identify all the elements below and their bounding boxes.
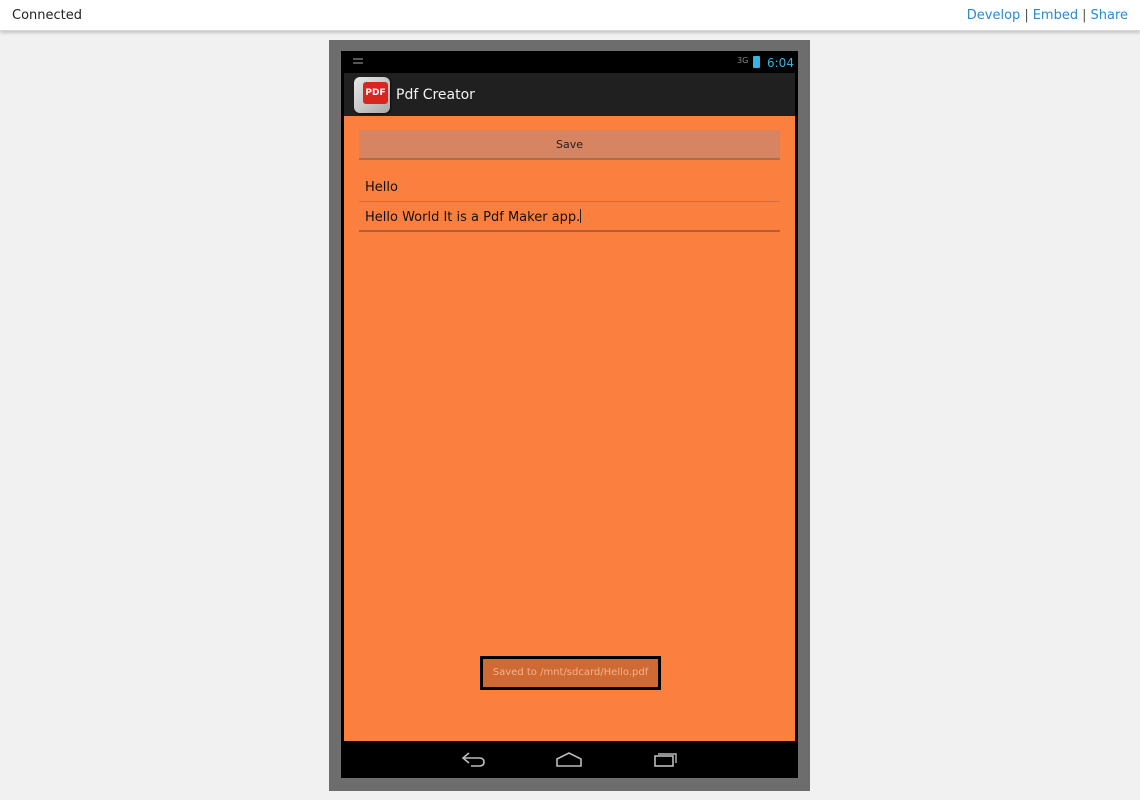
pdf-badge: PDF: [363, 82, 388, 104]
body-input[interactable]: Hello World It is a Pdf Maker app.: [359, 206, 780, 232]
emulator-frame: 3G 6:04 PDF Pdf Creator Save Hello Hello…: [329, 40, 810, 791]
body-input-value: Hello World It is a Pdf Maker app.: [365, 210, 581, 225]
device-screen: 3G 6:04 PDF Pdf Creator Save Hello Hello…: [341, 51, 798, 778]
save-button[interactable]: Save: [359, 130, 780, 160]
top-links: Develop | Embed | Share: [967, 8, 1128, 23]
android-status-bar: 3G 6:04: [341, 51, 798, 73]
battery-icon: [753, 56, 760, 68]
app-content: Save Hello Hello World It is a Pdf Maker…: [344, 116, 795, 741]
title-input[interactable]: Hello: [359, 176, 780, 202]
recent-apps-icon[interactable]: [651, 749, 679, 769]
toast-message: Saved to /mnt/sdcard/Hello.pdf: [480, 656, 661, 690]
embed-link[interactable]: Embed: [1033, 8, 1078, 23]
title-input-value: Hello: [365, 180, 398, 195]
app-title: Pdf Creator: [396, 87, 475, 103]
android-nav-bar: [341, 741, 798, 778]
link-separator: |: [1024, 8, 1029, 23]
action-bar: PDF Pdf Creator: [344, 73, 795, 116]
home-icon[interactable]: [555, 749, 583, 769]
text-cursor: [580, 209, 582, 223]
connection-status: Connected: [12, 8, 83, 23]
back-icon[interactable]: [459, 749, 487, 769]
signal-icon: 3G: [737, 56, 749, 65]
link-separator: |: [1082, 8, 1087, 23]
notification-icon: [353, 58, 363, 64]
develop-link[interactable]: Develop: [967, 8, 1021, 23]
app-logo-icon: PDF: [354, 77, 390, 113]
top-bar: Connected Develop | Embed | Share: [0, 0, 1140, 31]
share-link[interactable]: Share: [1090, 8, 1128, 23]
status-time: 6:04: [767, 56, 794, 70]
